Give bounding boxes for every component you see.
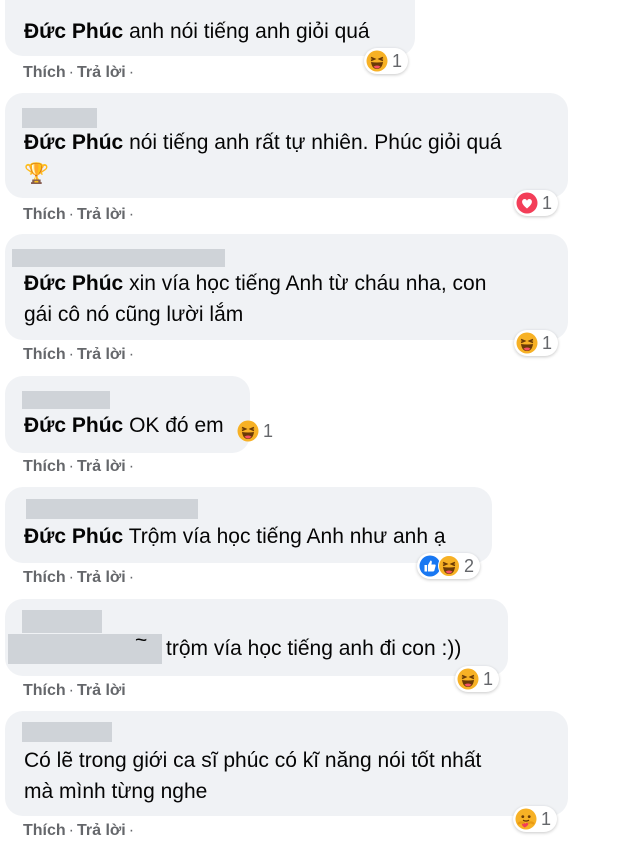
reply-link[interactable]: Trả lời bbox=[77, 458, 126, 475]
reaction-count: 1 bbox=[392, 50, 403, 71]
comment-fragment: ~ bbox=[135, 629, 148, 652]
comment-text: Đức Phúc Trộm vía học tiếng Anh như anh … bbox=[24, 525, 446, 548]
care-icon bbox=[515, 808, 537, 830]
comment-text: Đức Phúc anh nói tiếng anh giỏi quá bbox=[24, 20, 370, 43]
haha-icon bbox=[457, 668, 479, 690]
like-link[interactable]: Thích bbox=[23, 206, 66, 223]
trophy-icon: 🏆 bbox=[24, 163, 49, 185]
reply-link[interactable]: Trả lời bbox=[77, 346, 126, 363]
haha-icon bbox=[366, 50, 388, 72]
comment-text: Đức Phúc xin vía học tiếng Anh từ cháu n… bbox=[24, 272, 487, 295]
reaction-summary[interactable]: 2 bbox=[417, 553, 481, 579]
comment-text: Đức Phúc OK đó em bbox=[24, 414, 224, 437]
haha-icon bbox=[516, 332, 538, 354]
redacted-name bbox=[22, 108, 97, 128]
comment-author[interactable]: Đức Phúc bbox=[24, 20, 123, 43]
reaction-count: 1 bbox=[541, 808, 552, 829]
reaction-count: 1 bbox=[542, 192, 553, 213]
redacted-name bbox=[22, 610, 102, 633]
reply-link[interactable]: Trả lời bbox=[77, 682, 126, 699]
comment-text: Có lẽ trong giới ca sĩ phúc có kĩ năng n… bbox=[24, 749, 482, 772]
comment-actions: Thích · Trả lời · bbox=[23, 458, 135, 475]
like-link[interactable]: Thích bbox=[23, 458, 66, 475]
redacted-name bbox=[22, 391, 110, 409]
redacted-name bbox=[26, 499, 198, 519]
comment-actions: Thích · Trả lời · bbox=[23, 206, 135, 223]
reaction-count: 1 bbox=[263, 420, 274, 441]
reply-link[interactable]: Trả lời bbox=[77, 569, 126, 586]
comment-actions: Thích · Trả lời bbox=[23, 682, 126, 699]
comment-actions: Thích · Trả lời · bbox=[23, 64, 135, 81]
comment-author[interactable]: Đức Phúc bbox=[24, 414, 123, 437]
reaction-summary[interactable]: 1 bbox=[514, 330, 559, 356]
redacted-name bbox=[22, 722, 112, 742]
reply-link[interactable]: Trả lời bbox=[77, 206, 126, 223]
comment-text: Đức Phúc nói tiếng anh rất tự nhiên. Phú… bbox=[24, 131, 502, 154]
comment-text-line2: mà mình từng nghe bbox=[24, 780, 208, 803]
comment-text: trộm vía học tiếng anh đi con :)) bbox=[166, 637, 462, 660]
reaction-count: 2 bbox=[464, 555, 475, 576]
like-link[interactable]: Thích bbox=[23, 682, 66, 699]
like-link[interactable]: Thích bbox=[23, 569, 66, 586]
reaction-summary[interactable]: 1 bbox=[514, 190, 559, 216]
reply-link[interactable]: Trả lời bbox=[77, 64, 126, 81]
reaction-count: 1 bbox=[542, 332, 553, 353]
redacted-name bbox=[12, 249, 225, 267]
comment-actions: Thích · Trả lời · bbox=[23, 346, 135, 363]
like-link[interactable]: Thích bbox=[23, 822, 66, 839]
haha-icon bbox=[438, 555, 460, 577]
like-link[interactable]: Thích bbox=[23, 346, 66, 363]
reaction-summary[interactable]: 1 bbox=[513, 806, 558, 832]
comment-author[interactable]: Đức Phúc bbox=[24, 131, 123, 154]
reaction-summary[interactable]: 1 bbox=[235, 418, 279, 444]
reaction-summary[interactable]: 1 bbox=[455, 666, 500, 692]
like-link[interactable]: Thích bbox=[23, 64, 66, 81]
comment-text-line2: gái cô nó cũng lười lắm bbox=[24, 303, 244, 326]
comment-author[interactable]: Đức Phúc bbox=[24, 525, 123, 548]
love-icon bbox=[516, 192, 538, 214]
reaction-count: 1 bbox=[483, 668, 494, 689]
comment-actions: Thích · Trả lời · bbox=[23, 822, 135, 839]
comment-author[interactable]: Đức Phúc bbox=[24, 272, 123, 295]
reply-link[interactable]: Trả lời bbox=[77, 822, 126, 839]
reaction-summary[interactable]: 1 bbox=[364, 48, 409, 74]
comment-actions: Thích · Trả lời · bbox=[23, 569, 135, 586]
haha-icon bbox=[237, 420, 259, 442]
